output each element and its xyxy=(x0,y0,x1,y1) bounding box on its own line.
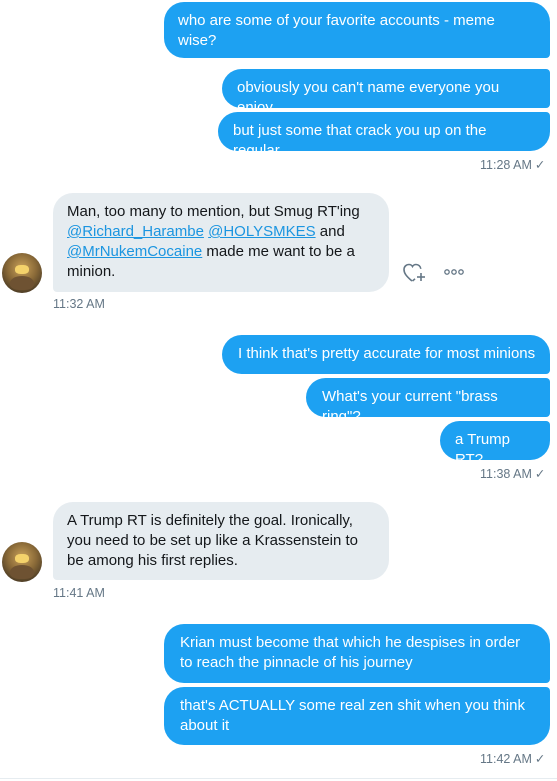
message-text: Krian must become that which he despises… xyxy=(180,634,521,671)
outgoing-message-bubble[interactable]: I think that's pretty accurate for most … xyxy=(222,335,550,374)
outgoing-message-bubble[interactable]: a Trump RT? xyxy=(440,421,550,468)
mention-link[interactable]: @HOLYSMKES xyxy=(208,223,315,240)
mention-link[interactable]: @MrNukemCocaine xyxy=(67,243,202,260)
message-text: but just some that crack you up on the r… xyxy=(233,122,487,159)
outgoing-message-bubble[interactable]: What's your current "brass ring"? xyxy=(306,378,550,425)
outgoing-message-bubble[interactable]: who are some of your favorite accounts -… xyxy=(164,2,550,58)
message-text: Man, too many to mention, but Smug RT'in… xyxy=(67,203,360,220)
incoming-message-bubble[interactable]: Man, too many to mention, but Smug RT'in… xyxy=(53,193,389,292)
bottom-divider xyxy=(0,778,557,779)
avatar[interactable] xyxy=(2,542,42,582)
outgoing-message-bubble[interactable]: Krian must become that which he despises… xyxy=(164,624,550,683)
message-text: that's ACTUALLY some real zen shit when … xyxy=(180,697,525,734)
message-text: What's your current "brass ring"? xyxy=(322,388,498,425)
timestamp: 11:42 AM ✓ xyxy=(480,752,546,766)
timestamp: 11:41 AM xyxy=(53,586,105,600)
incoming-message-bubble[interactable]: A Trump RT is definitely the goal. Ironi… xyxy=(53,502,389,580)
heart-plus-icon[interactable] xyxy=(403,262,427,284)
message-text: a Trump RT? xyxy=(455,431,511,468)
timestamp: 11:28 AM ✓ xyxy=(480,158,546,172)
avatar[interactable] xyxy=(2,253,42,293)
timestamp: 11:32 AM xyxy=(53,297,105,311)
message-text: A Trump RT is definitely the goal. Ironi… xyxy=(67,512,359,569)
timestamp: 11:38 AM ✓ xyxy=(480,467,546,481)
outgoing-message-bubble[interactable]: that's ACTUALLY some real zen shit when … xyxy=(164,687,550,745)
message-text: who are some of your favorite accounts -… xyxy=(178,12,495,49)
read-check-icon: ✓ xyxy=(534,158,546,172)
mention-link[interactable]: @Richard_Harambe xyxy=(67,223,204,240)
read-check-icon: ✓ xyxy=(534,467,546,481)
message-text: I think that's pretty accurate for most … xyxy=(238,345,536,362)
outgoing-message-bubble[interactable]: obviously you can't name everyone you en… xyxy=(222,69,550,116)
message-text: obviously you can't name everyone you en… xyxy=(237,79,500,116)
outgoing-message-bubble[interactable]: but just some that crack you up on the r… xyxy=(218,112,550,159)
read-check-icon: ✓ xyxy=(534,752,546,766)
more-icon[interactable] xyxy=(444,268,464,276)
